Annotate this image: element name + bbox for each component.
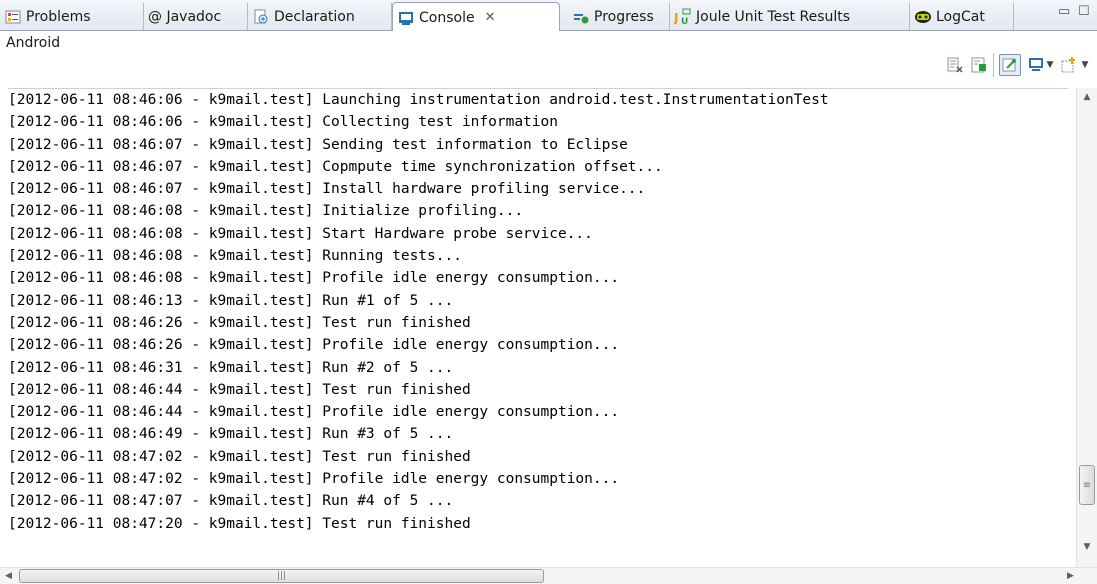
console-line: [2012-06-11 08:46:08 - k9mail.test] Star…: [8, 225, 593, 242]
tab-console[interactable]: Console ✕: [392, 2, 560, 32]
open-console-icon: [1061, 57, 1075, 73]
minimize-icon[interactable]: ▭: [1058, 4, 1070, 19]
view-tab-bar: Problems @ Javadoc Declaration Console ✕…: [0, 0, 1097, 32]
console-line: [2012-06-11 08:47:02 - k9mail.test] Prof…: [8, 471, 620, 488]
console-line: [2012-06-11 08:46:06 - k9mail.test] Coll…: [8, 114, 558, 131]
maximize-icon[interactable]: ☐: [1078, 4, 1090, 19]
scroll-right-icon[interactable]: ▶: [1062, 568, 1079, 584]
console-line: [2012-06-11 08:46:49 - k9mail.test] Run …: [8, 426, 454, 443]
svg-text:U: U: [681, 17, 688, 26]
problems-icon: [4, 8, 22, 26]
pin-console-icon: [1002, 58, 1016, 72]
pin-console-button[interactable]: [999, 54, 1021, 76]
scroll-up-icon[interactable]: ▲: [1077, 88, 1097, 105]
joule-icon: JU: [674, 8, 692, 26]
tab-label: Console: [419, 9, 475, 26]
tab-label: Declaration: [274, 8, 355, 25]
logcat-icon: [914, 8, 932, 26]
console-icon: [397, 9, 415, 27]
clear-console-button[interactable]: [944, 54, 966, 76]
console-line: [2012-06-11 08:46:07 - k9mail.test] Copm…: [8, 158, 663, 175]
console-line: [2012-06-11 08:47:07 - k9mail.test] Run …: [8, 493, 454, 510]
console-line: [2012-06-11 08:46:13 - k9mail.test] Run …: [8, 292, 454, 309]
console-line: [2012-06-11 08:46:07 - k9mail.test] Send…: [8, 136, 628, 153]
console-line: [2012-06-11 08:46:44 - k9mail.test] Test…: [8, 381, 471, 398]
tab-label: Problems: [26, 8, 91, 25]
console-line: [2012-06-11 08:46:06 - k9mail.test] Laun…: [8, 92, 829, 108]
close-icon[interactable]: ✕: [485, 10, 496, 25]
scroll-lock-button[interactable]: [968, 54, 990, 76]
console-line: [2012-06-11 08:46:44 - k9mail.test] Prof…: [8, 404, 620, 421]
horizontal-scrollbar[interactable]: ◀ ||| ▶: [0, 567, 1097, 584]
console-line: [2012-06-11 08:46:26 - k9mail.test] Prof…: [8, 337, 620, 354]
tab-label: @ Javadoc: [148, 8, 222, 25]
console-line: [2012-06-11 08:47:02 - k9mail.test] Test…: [8, 448, 471, 465]
vertical-scroll-thumb[interactable]: ≡: [1079, 465, 1095, 505]
display-console-dropdown[interactable]: ▼: [1044, 54, 1056, 76]
tab-joule-unit-test-results[interactable]: JU Joule Unit Test Results: [670, 3, 910, 30]
console-line: [2012-06-11 08:46:08 - k9mail.test] Runn…: [8, 248, 462, 265]
tab-declaration[interactable]: Declaration: [248, 3, 392, 30]
tab-label: LogCat: [936, 8, 985, 25]
console-title: Android: [6, 35, 61, 51]
scroll-down-icon[interactable]: ▼: [1077, 538, 1097, 555]
console-line: [2012-06-11 08:46:07 - k9mail.test] Inst…: [8, 181, 646, 198]
tab-problems[interactable]: Problems: [0, 3, 144, 30]
toolbar-separator: [993, 53, 994, 77]
progress-icon: [572, 8, 590, 26]
tab-label: Progress: [594, 8, 654, 25]
scroll-lock-icon: [971, 57, 986, 73]
declaration-icon: [252, 8, 270, 26]
console-line: [2012-06-11 08:46:26 - k9mail.test] Test…: [8, 314, 471, 331]
chevron-down-icon: ▼: [1081, 60, 1089, 70]
open-console-button[interactable]: [1058, 54, 1080, 76]
open-console-dropdown[interactable]: ▼: [1078, 54, 1092, 76]
svg-text:J: J: [674, 11, 678, 25]
console-line: [2012-06-11 08:46:08 - k9mail.test] Prof…: [8, 270, 620, 287]
horizontal-scroll-thumb[interactable]: |||: [19, 569, 544, 583]
chevron-down-icon: ▼: [1046, 60, 1054, 70]
vertical-scrollbar[interactable]: ▲ ≡ ▼: [1076, 88, 1097, 568]
tab-logcat[interactable]: LogCat: [910, 3, 1014, 30]
console-output[interactable]: [2012-06-11 08:46:06 - k9mail.test] Laun…: [8, 88, 1068, 568]
console-header: Android ▼ ▼: [0, 31, 1097, 88]
console-line: [2012-06-11 08:47:20 - k9mail.test] Test…: [8, 515, 471, 532]
console-line: [2012-06-11 08:46:31 - k9mail.test] Run …: [8, 359, 454, 376]
scroll-left-icon[interactable]: ◀: [0, 568, 17, 584]
clear-console-icon: [947, 57, 963, 73]
tab-progress[interactable]: Progress: [568, 3, 670, 30]
console-line: [2012-06-11 08:46:08 - k9mail.test] Init…: [8, 203, 524, 220]
tab-javadoc[interactable]: @ Javadoc: [144, 3, 248, 30]
tab-label: Joule Unit Test Results: [696, 8, 851, 25]
display-console-icon: [1029, 58, 1043, 71]
